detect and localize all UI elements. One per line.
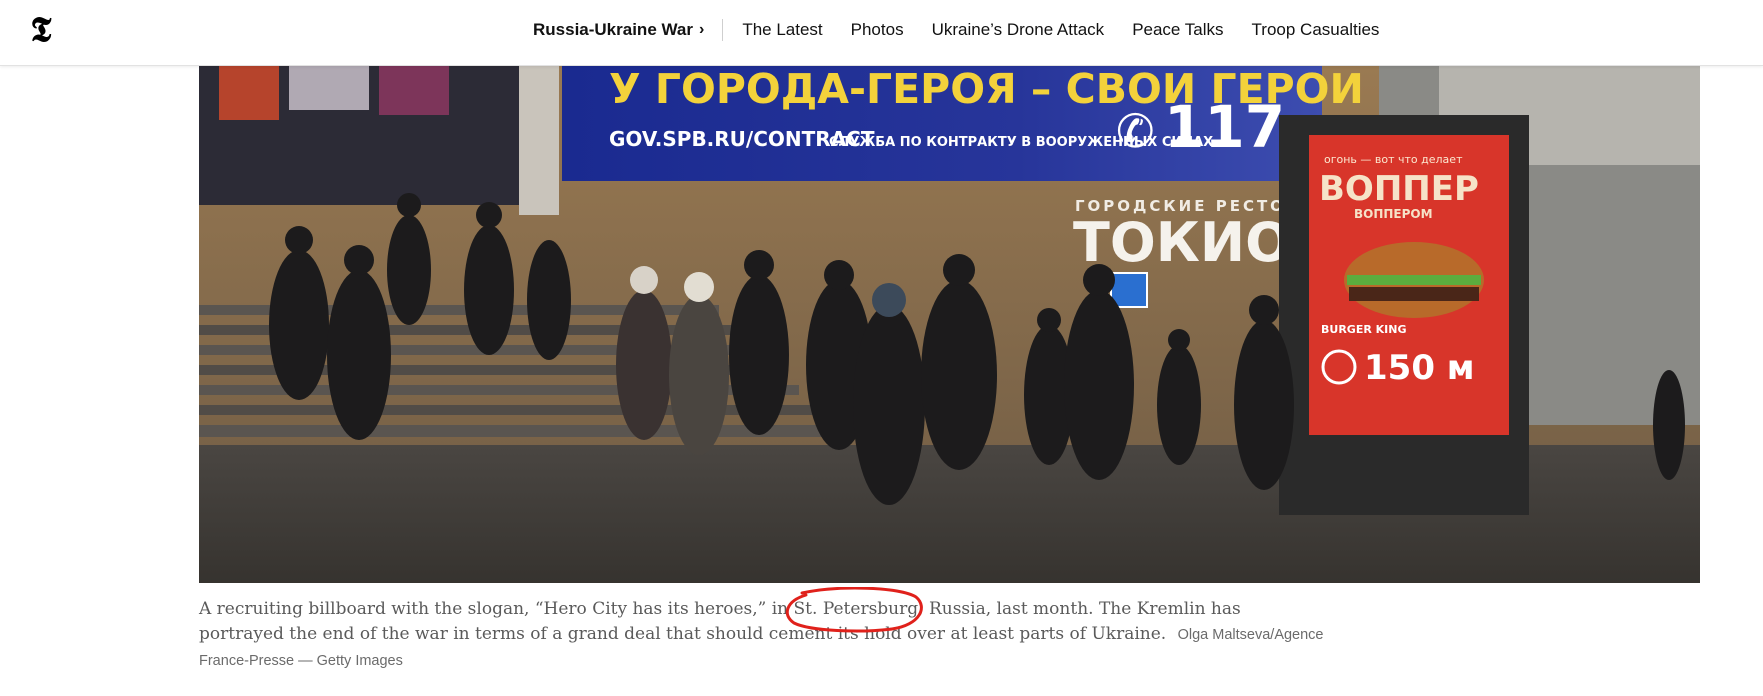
section-label: Russia-Ukraine War: [533, 20, 693, 39]
nav-divider: [722, 19, 724, 41]
nav-section-russia-ukraine-war[interactable]: Russia-Ukraine War ›: [533, 20, 704, 40]
photo-caption: A recruiting billboard with the slogan, …: [199, 587, 1329, 674]
section-nav: Russia-Ukraine War › The Latest Photos U…: [533, 0, 1379, 60]
nav-item-photos[interactable]: Photos: [851, 20, 904, 40]
nav-item-peace-talks[interactable]: Peace Talks: [1132, 20, 1223, 40]
nav-item-troop-casualties[interactable]: Troop Casualties: [1252, 20, 1380, 40]
restaurant-logo-icon: [1110, 272, 1148, 308]
billboard-subtext: СЛУЖБА ПО КОНТРАКТУ В ВООРУЖЕННЫХ СИЛАХ: [829, 135, 1213, 150]
ad-subtitle: ВОППЕРОМ: [1354, 207, 1433, 221]
caption-highlight: St. Petersburg: [785, 587, 923, 633]
ad-brand: BURGER KING: [1321, 323, 1406, 336]
nav-item-drone-attack[interactable]: Ukraine’s Drone Attack: [932, 20, 1105, 40]
nyt-logo-icon[interactable]: 𝕿: [26, 12, 56, 48]
article-photo: У ГОРОДА-ГЕРОЯ – СВОИ ГЕРОИ GOV.SPB.RU/C…: [199, 65, 1700, 583]
photo-illustration: У ГОРОДА-ГЕРОЯ – СВОИ ГЕРОИ GOV.SPB.RU/C…: [199, 65, 1700, 583]
caption-text-before: A recruiting billboard with the slogan, …: [199, 599, 794, 619]
ad-distance: 150 м: [1364, 348, 1475, 388]
phone-icon: ✆: [1116, 104, 1155, 158]
top-navigation-bar: 𝕿 Russia-Ukraine War › The Latest Photos…: [0, 0, 1763, 66]
billboard-phone-number: 117: [1164, 93, 1285, 161]
chevron-right-icon: ›: [698, 21, 705, 38]
caption-highlighted-place: St. Petersburg: [793, 599, 919, 619]
ad-title: ВОППЕР: [1319, 169, 1479, 209]
ad-tagline: огонь — вот что делает: [1324, 153, 1463, 166]
nav-item-the-latest[interactable]: The Latest: [742, 20, 822, 40]
